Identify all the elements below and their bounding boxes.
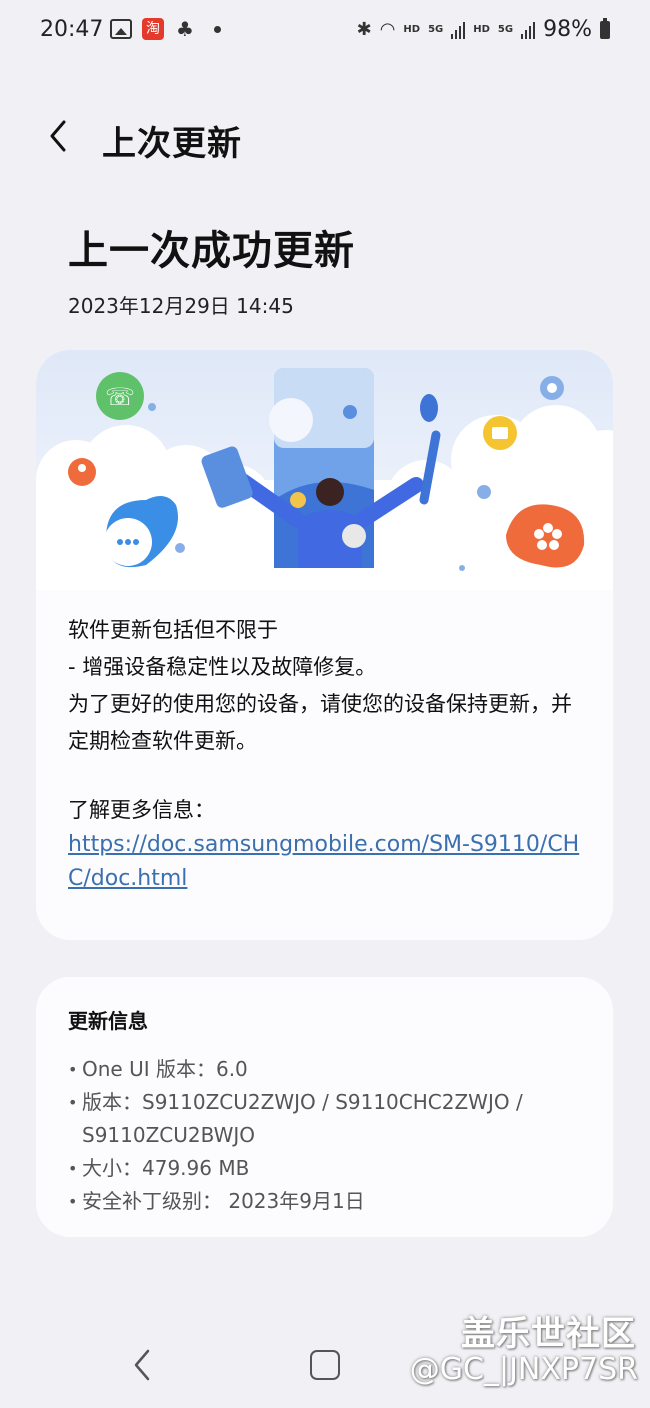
hd-label-2: HD <box>473 24 490 35</box>
notification-icons: 淘 ♣ <box>110 18 221 40</box>
status-time: 20:47 <box>40 17 104 42</box>
release-notes-card: ☏ 软件更新包括但不限于 - 增强设备稳定性以及故障修复。 为了更好的使用您的设… <box>36 350 613 940</box>
update-info-list: One UI 版本：6.0 版本：S9110ZCU2ZWJO / S9110CH… <box>68 1053 598 1218</box>
taobao-notification-icon: 淘 <box>142 18 164 40</box>
release-notes-text: 软件更新包括但不限于 - 增强设备稳定性以及故障修复。 为了更好的使用您的设备，… <box>68 612 588 760</box>
more-notifications-dot-icon <box>214 25 221 33</box>
nav-back-icon <box>134 1349 150 1381</box>
gallery-notification-icon <box>110 19 132 39</box>
more-info-label: 了解更多信息： <box>68 798 215 822</box>
more-info-link[interactable]: https://doc.samsungmobile.com/SM-S9110/C… <box>68 828 588 896</box>
app-notification-icon: ♣ <box>176 17 194 41</box>
release-notes-line: 为了更好的使用您的设备，请使您的设备保持更新，并定期检查软件更新。 <box>68 692 572 753</box>
svg-text:☏: ☏ <box>105 383 135 411</box>
page-title: 上次更新 <box>102 124 242 164</box>
nav-home-button[interactable] <box>310 1350 340 1380</box>
security-patch-item: 安全补丁级别： 2023年9月1日 <box>68 1185 598 1218</box>
update-info-heading: 更新信息 <box>68 1009 148 1033</box>
update-info-card: 更新信息 One UI 版本：6.0 版本：S9110ZCU2ZWJO / S9… <box>36 977 613 1237</box>
system-icons: ✱ ◠ HD 5G HD 5G 98% <box>357 17 610 42</box>
signal-icon-1 <box>451 21 466 39</box>
network-5g-label-1: 5G <box>428 24 444 35</box>
hd-label-1: HD <box>403 24 421 35</box>
battery-icon <box>600 17 610 39</box>
battery-percent: 98% <box>543 17 592 42</box>
watermark-community: 盖乐世社区 <box>461 1314 636 1354</box>
update-illustration: ☏ <box>36 350 613 590</box>
chevron-left-icon <box>50 120 66 152</box>
watermark-user: @GC_|JNXP7SR <box>409 1352 638 1387</box>
release-notes-line: 软件更新包括但不限于 <box>68 618 278 642</box>
signal-icon-2 <box>521 21 536 39</box>
nav-back-button[interactable] <box>128 1348 158 1382</box>
bluetooth-icon: ✱ <box>356 19 372 40</box>
hero-title: 上一次成功更新 <box>68 228 355 274</box>
build-version-item: 版本：S9110ZCU2ZWJO / S9110CHC2ZWJO / S9110… <box>68 1086 598 1152</box>
status-bar: 20:47 淘 ♣ ✱ ◠ HD 5G HD 5G 98% <box>0 0 650 64</box>
network-5g-label-2: 5G <box>497 24 514 35</box>
update-date: 2023年12月29日 14:45 <box>68 294 294 318</box>
release-notes-line: - 增强设备稳定性以及故障修复。 <box>68 655 377 679</box>
back-button[interactable] <box>42 118 78 154</box>
one-ui-version-item: One UI 版本：6.0 <box>68 1053 598 1086</box>
size-item: 大小：479.96 MB <box>68 1152 598 1185</box>
wifi-icon: ◠ <box>379 19 396 40</box>
